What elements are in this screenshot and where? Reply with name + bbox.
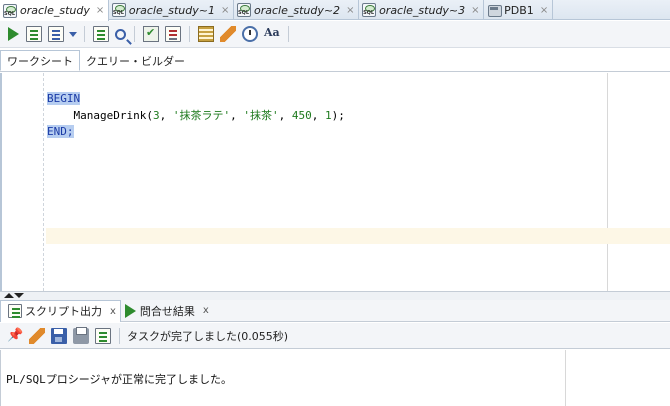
code-line-2: ManageDrink(3, '抹茶ラテ', '抹茶', 450, 1); <box>47 108 345 124</box>
chevron-down-icon[interactable] <box>69 31 77 37</box>
toolbar-separator <box>119 327 120 344</box>
separator: , <box>278 109 292 122</box>
tab-label: oracle_study~2 <box>253 3 341 17</box>
arg-number: 1 <box>324 109 332 122</box>
worksheet-toolbar: Aa <box>0 21 670 48</box>
close-icon[interactable]: x <box>203 305 209 316</box>
output-toolbar: 📌 タスクが完了しました(0.055秒) <box>0 323 670 349</box>
run-statement-icon[interactable] <box>8 27 19 41</box>
close-icon[interactable]: x <box>110 306 116 317</box>
separator: , <box>230 109 244 122</box>
sql-worksheet-icon <box>3 3 17 18</box>
print-icon[interactable] <box>73 326 89 344</box>
arg-string: '抹茶' <box>243 109 279 122</box>
close-icon[interactable]: × <box>471 5 479 16</box>
toolbar-separator <box>189 26 190 42</box>
tab-oracle-study-2[interactable]: oracle_study~2 × <box>234 0 360 20</box>
autotrace-icon[interactable] <box>48 26 64 42</box>
close-icon[interactable]: × <box>540 5 548 16</box>
keyword-begin: BEGIN <box>47 92 81 105</box>
search-icon[interactable] <box>115 28 126 40</box>
save-icon[interactable] <box>51 327 67 344</box>
tab-query-result[interactable]: 問合せ結果 x <box>121 300 213 322</box>
arg-number: 3 <box>152 109 160 122</box>
clear-icon[interactable] <box>220 26 236 42</box>
explain-plan-icon[interactable] <box>93 26 109 42</box>
current-line-highlight <box>46 228 670 244</box>
tab-label: 問合せ結果 <box>139 304 195 318</box>
statement-end: ); <box>331 109 345 122</box>
tab-label: oracle_study~1 <box>128 3 215 17</box>
document-tab-bar: oracle_study × oracle_study~1 × oracle_s… <box>0 0 670 21</box>
tab-label: oracle_study <box>20 4 90 17</box>
output-message: PL/SQLプロシージャが正常に完了しました。 <box>6 373 232 386</box>
pin-icon[interactable]: 📌 <box>7 328 23 344</box>
close-icon[interactable]: × <box>96 5 104 16</box>
run-script-icon[interactable] <box>26 26 42 42</box>
task-status: タスクが完了しました(0.055秒) <box>127 329 289 343</box>
sql-worksheet-icon <box>236 3 251 17</box>
tab-oracle-study-1[interactable]: oracle_study~1 × <box>109 0 234 20</box>
worksheet-subtabs: ワークシート クエリー・ビルダー <box>0 50 670 72</box>
clear-output-icon[interactable] <box>29 327 45 344</box>
database-icon <box>487 3 503 17</box>
arg-number: 450 <box>291 109 312 122</box>
procedure-call: ManageDrink( <box>73 109 153 122</box>
right-margin-line <box>607 73 608 291</box>
tab-label: スクリプト出力 <box>25 305 102 318</box>
maximize-up-icon[interactable] <box>4 293 14 298</box>
tab-query-builder[interactable]: クエリー・ビルダー <box>80 50 191 71</box>
toolbar-separator <box>134 26 135 42</box>
tab-oracle-study[interactable]: oracle_study × <box>0 0 109 21</box>
code-line-1: BEGIN <box>47 91 81 107</box>
toolbar-separator <box>287 26 289 42</box>
script-output-area[interactable]: PL/SQLプロシージャが正常に完了しました。 <box>0 350 670 406</box>
format-icon[interactable]: Aa <box>264 26 280 42</box>
tab-script-output[interactable]: スクリプト出力 x <box>0 299 121 322</box>
close-icon[interactable]: × <box>221 5 229 16</box>
unshared-sql-icon[interactable] <box>198 26 214 42</box>
output-panel-tabs: スクリプト出力 x 問合せ結果 x <box>0 299 670 322</box>
sql-worksheet-icon <box>362 3 377 17</box>
script-output-icon <box>8 304 22 318</box>
output-margin-line <box>565 350 566 406</box>
commit-icon[interactable] <box>143 26 159 42</box>
play-icon <box>124 303 136 318</box>
sql-worksheet-icon <box>111 3 126 17</box>
tab-oracle-study-3[interactable]: oracle_study~3 × <box>359 0 485 20</box>
tab-label: PDB1 <box>504 3 534 17</box>
separator: , <box>159 109 173 122</box>
open-icon[interactable] <box>95 327 111 344</box>
sql-editor[interactable]: BEGIN ManageDrink(3, '抹茶ラテ', '抹茶', 450, … <box>0 73 670 291</box>
minimize-down-icon[interactable] <box>14 293 24 298</box>
tab-worksheet[interactable]: ワークシート <box>0 50 80 71</box>
arg-string: '抹茶ラテ' <box>172 109 231 122</box>
toolbar-separator <box>84 26 85 42</box>
close-icon[interactable]: × <box>346 5 354 16</box>
keyword-end: END; <box>47 125 74 138</box>
separator: , <box>311 109 325 122</box>
tab-pdb1[interactable]: PDB1 × <box>484 0 553 20</box>
rollback-icon[interactable] <box>165 26 181 42</box>
gutter-divider <box>43 73 44 291</box>
sql-history-icon[interactable] <box>242 26 258 42</box>
code-line-3: END; <box>47 124 74 140</box>
tab-label: oracle_study~3 <box>379 3 466 17</box>
sql-developer-window: oracle_study × oracle_study~1 × oracle_s… <box>0 0 670 406</box>
